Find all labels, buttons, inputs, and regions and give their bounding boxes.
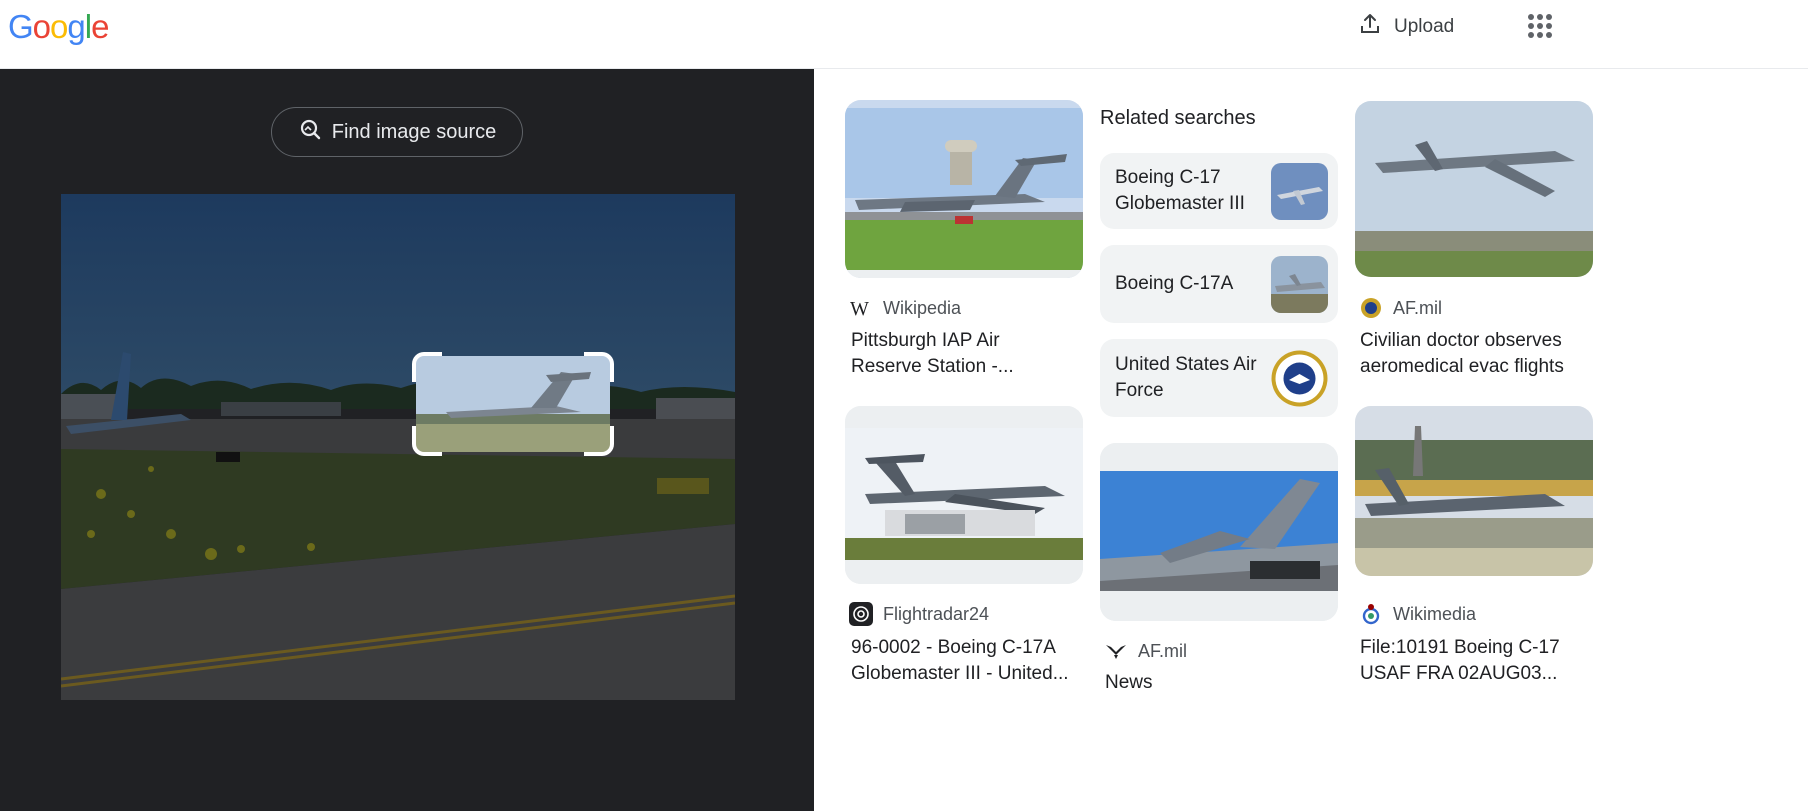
result-source[interactable]: AF.mil [1104,639,1187,663]
result-source-name: AF.mil [1138,640,1187,661]
related-search-label: Boeing C-17 Globemaster III [1115,165,1245,217]
logo-letter: e [91,8,109,45]
apps-grid-icon[interactable] [1528,14,1552,38]
result-title-line: USAF FRA 02AUG03... [1360,663,1558,684]
query-image[interactable] [61,194,735,700]
upload-icon [1358,12,1382,42]
related-search-label-line: Globemaster III [1115,193,1245,214]
us-air-force-seal-icon [1271,350,1328,407]
result-title[interactable]: 96-0002 - Boeing C-17A Globemaster III -… [851,635,1081,687]
result-source[interactable]: Flightradar24 [849,602,989,626]
logo-letter: o [50,8,68,45]
result-title-line: Reserve Station -... [851,356,1014,377]
wikipedia-icon: W [849,296,873,320]
result-title[interactable]: Civilian doctor observes aeromedical eva… [1360,328,1620,380]
crop-selection-box[interactable] [412,352,614,456]
lens-image-pane: Find image source [0,69,814,811]
flightradar24-icon [849,602,873,626]
find-image-source-button[interactable]: Find image source [271,107,523,157]
result-source[interactable]: Wikimedia [1359,602,1476,626]
related-search-chip[interactable]: United States Air Force [1100,339,1338,417]
result-thumbnail[interactable] [845,406,1083,584]
result-card[interactable] [1355,406,1593,576]
result-title[interactable]: News [1105,670,1335,696]
result-card[interactable] [1100,443,1338,621]
related-search-thumbnail [1271,162,1328,220]
related-search-label-line: United States Air [1115,354,1257,375]
upload-button[interactable]: Upload [1358,14,1454,40]
svg-text:W: W [850,299,869,317]
crop-handle[interactable] [584,426,614,456]
results-pane: W Wikipedia Pittsburgh IAP Air Reserve S… [814,69,1808,811]
find-image-source-label: Find image source [331,120,497,143]
related-search-chip[interactable]: Boeing C-17A [1100,245,1338,323]
result-card[interactable] [845,406,1083,584]
result-title[interactable]: File:10191 Boeing C-17 USAF FRA 02AUG03.… [1360,635,1590,687]
result-title-line: Globemaster III - United... [851,663,1069,684]
result-card[interactable] [845,100,1083,278]
result-title-line: Pittsburgh IAP Air [851,330,1000,351]
related-search-label-line: Boeing C-17A [1115,273,1234,294]
logo-letter: G [8,8,34,45]
af-mil-seal-icon [1359,296,1383,320]
result-thumbnail[interactable] [1100,443,1338,621]
result-source-name: AF.mil [1393,297,1442,318]
result-title-line: 96-0002 - Boeing C-17A [851,637,1056,658]
result-title-line: aeromedical evac flights [1360,356,1564,377]
related-search-thumbnail [1271,255,1328,313]
crop-handle[interactable] [584,352,614,382]
result-title[interactable]: Pittsburgh IAP Air Reserve Station -... [851,328,1081,380]
top-bar: Google Upload [0,0,1808,69]
result-source-name: Wikipedia [883,297,962,318]
related-searches-heading: Related searches [1100,107,1256,129]
result-source[interactable]: AF.mil [1359,296,1442,320]
result-source-name: Flightradar24 [883,603,990,624]
image-search-icon [298,117,322,147]
result-title-line: News [1105,672,1153,693]
result-source[interactable]: W Wikipedia [849,296,961,320]
result-source-name: Wikimedia [1393,603,1477,624]
wikimedia-icon [1359,602,1383,626]
related-search-label-line: Force [1115,380,1164,401]
crop-handle[interactable] [412,352,442,382]
related-search-label: United States Air Force [1115,352,1257,404]
upload-label: Upload [1394,16,1455,37]
google-logo[interactable]: Google [8,8,109,46]
result-title-line: Civilian doctor observes [1360,330,1562,351]
crop-handle[interactable] [412,426,442,456]
related-search-chip[interactable]: Boeing C-17 Globemaster III [1100,153,1338,229]
related-search-label-line: Boeing C-17 [1115,167,1221,188]
related-search-label: Boeing C-17A [1115,271,1233,297]
logo-letter: g [67,8,85,45]
result-card[interactable] [1355,101,1593,277]
af-mil-wings-icon [1104,639,1128,663]
logo-letter: o [32,8,51,45]
result-thumbnail[interactable] [1355,101,1593,277]
result-title-line: File:10191 Boeing C-17 [1360,637,1560,658]
result-thumbnail[interactable] [845,100,1083,278]
result-thumbnail[interactable] [1355,406,1593,576]
